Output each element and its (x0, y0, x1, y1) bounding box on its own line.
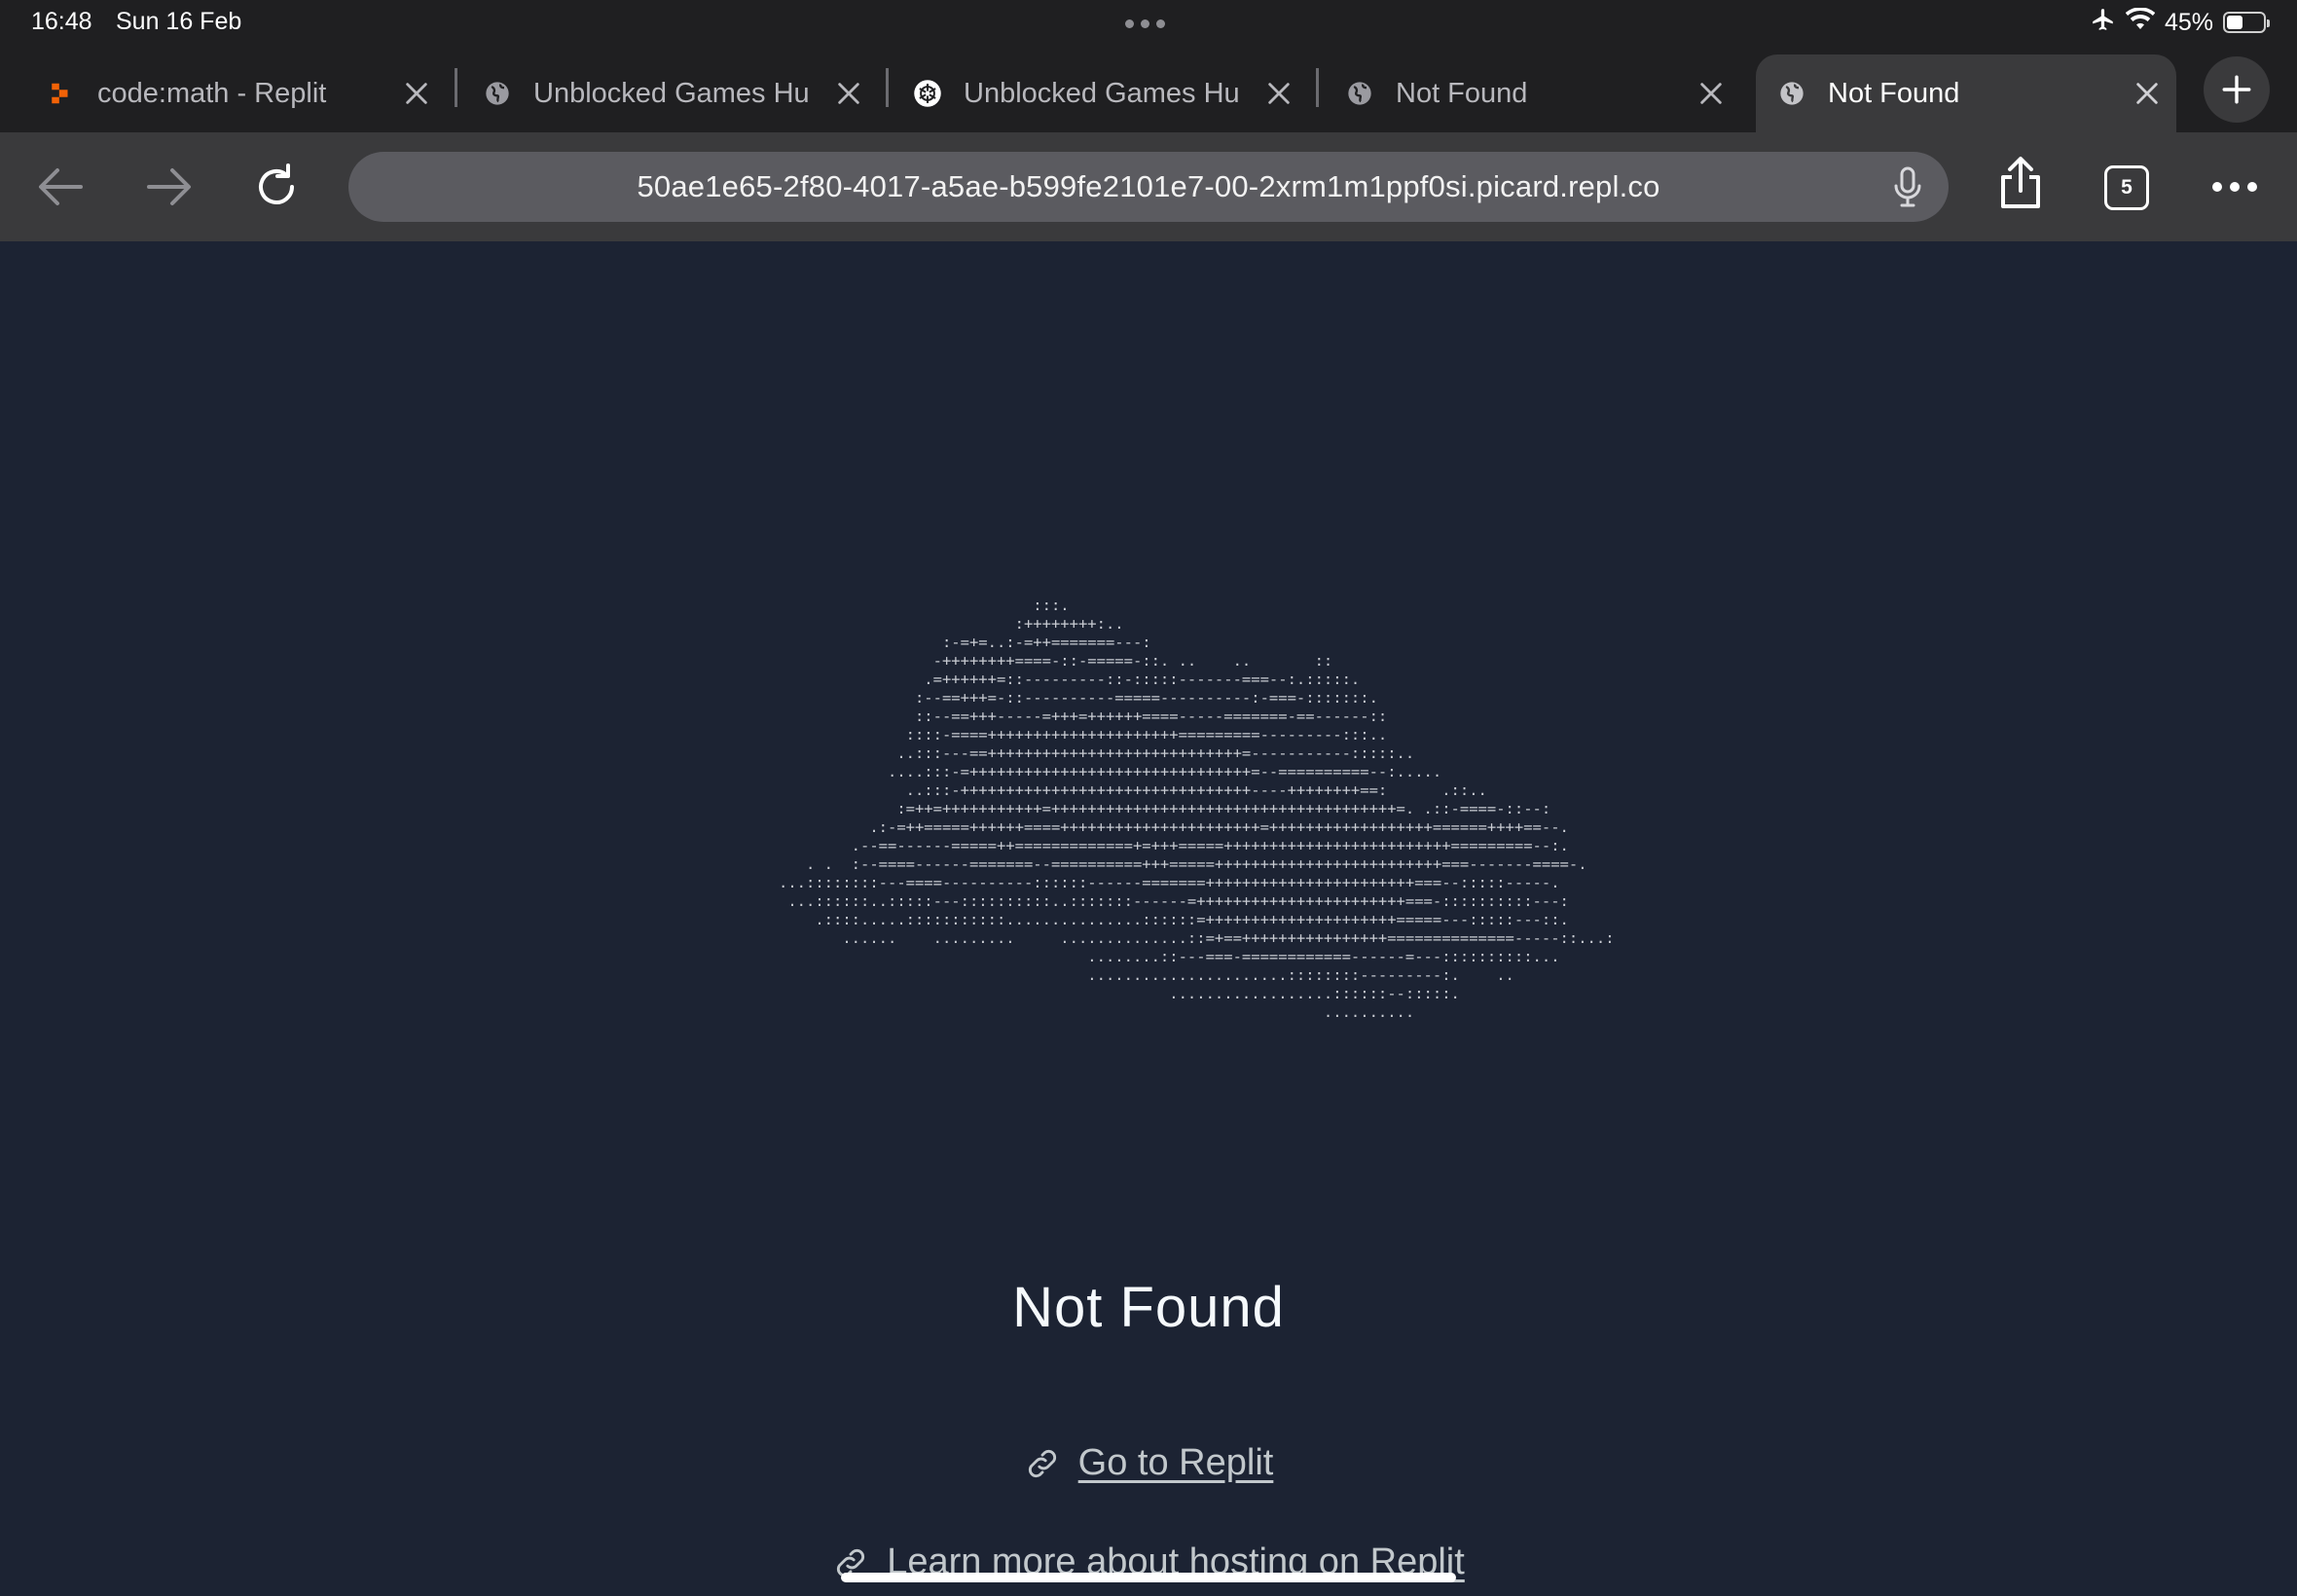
globe-icon (1345, 79, 1374, 108)
page-content: :::. :++++++++:.. :-=+=..:-=++=======---… (0, 241, 2297, 1596)
tab-divider (886, 68, 889, 107)
tab-title: Not Found (1396, 77, 1528, 109)
plus-icon (2222, 75, 2251, 104)
browser-toolbar: 50ae1e65-2f80-4017-a5ae-b599fe2101e7-00-… (0, 132, 2297, 241)
tab-not-found-active[interactable]: Not Found (1756, 54, 2176, 132)
url-text[interactable]: 50ae1e65-2f80-4017-a5ae-b599fe2101e7-00-… (637, 169, 1659, 204)
link-icon (1028, 1449, 1056, 1477)
home-indicator[interactable] (841, 1573, 1456, 1582)
reload-icon (259, 163, 294, 204)
globe-icon (1777, 79, 1806, 108)
globe-icon (483, 79, 512, 108)
battery-fill (2227, 16, 2243, 29)
tab-not-found-1[interactable]: Not Found (1345, 54, 1731, 132)
multitasking-dots-icon[interactable] (1125, 19, 1170, 29)
status-date: Sun 16 Feb (116, 8, 242, 35)
tab-divider (1316, 68, 1319, 107)
close-tab-icon[interactable] (1692, 74, 1731, 113)
status-bar: 16:48 Sun 16 Feb 45% (0, 0, 2297, 47)
tab-title: code:math - Replit (97, 77, 327, 109)
more-options-button[interactable] (2207, 160, 2262, 214)
wifi-icon (2125, 6, 2156, 38)
microphone-icon[interactable] (1886, 165, 1929, 208)
close-tab-icon[interactable] (829, 74, 868, 113)
replit-logo-icon (47, 79, 76, 108)
address-bar[interactable]: 50ae1e65-2f80-4017-a5ae-b599fe2101e7-00-… (348, 152, 1949, 222)
status-time: 16:48 (31, 8, 92, 35)
share-icon (2001, 157, 2040, 208)
reload-button[interactable] (249, 160, 304, 214)
battery-percent: 45% (2164, 8, 2213, 36)
forward-button[interactable] (142, 160, 197, 214)
battery-icon (2223, 12, 2270, 33)
back-button[interactable] (33, 160, 88, 214)
tab-code-math-replit[interactable]: code:math - Replit (47, 54, 436, 132)
share-button[interactable] (1993, 156, 2048, 210)
tab-title: Unblocked Games Hu (964, 77, 1240, 109)
airplane-mode-icon (2091, 7, 2116, 39)
page-title: Not Found (1012, 1276, 1285, 1339)
tab-title: Unblocked Games Hu (533, 77, 810, 109)
close-tab-icon[interactable] (1259, 74, 1298, 113)
openai-logo-icon (913, 79, 942, 108)
go-to-replit-link[interactable]: Go to Replit (0, 1442, 2297, 1484)
arrow-right-icon (147, 168, 191, 205)
tab-divider (455, 68, 457, 107)
close-tab-icon[interactable] (397, 74, 436, 113)
tab-unblocked-games-1[interactable]: Unblocked Games Hu (483, 54, 868, 132)
tab-title: Not Found (1828, 77, 1960, 109)
close-tab-icon[interactable] (2128, 74, 2167, 113)
ascii-art-cloud: :::. :++++++++:.. :-=+=..:-=++=======---… (779, 597, 1615, 1021)
link-label[interactable]: Go to Replit (1078, 1442, 1274, 1484)
arrow-left-icon (39, 168, 83, 205)
tab-strip: code:math - Replit Unblocked Games Hu Un… (0, 47, 2297, 132)
ellipsis-icon (2212, 182, 2257, 192)
new-tab-button[interactable] (2204, 56, 2270, 123)
tab-overview-button[interactable]: 5 (2104, 165, 2149, 210)
status-indicators: 45% (2091, 6, 2270, 39)
tab-unblocked-games-2[interactable]: Unblocked Games Hu (913, 54, 1298, 132)
